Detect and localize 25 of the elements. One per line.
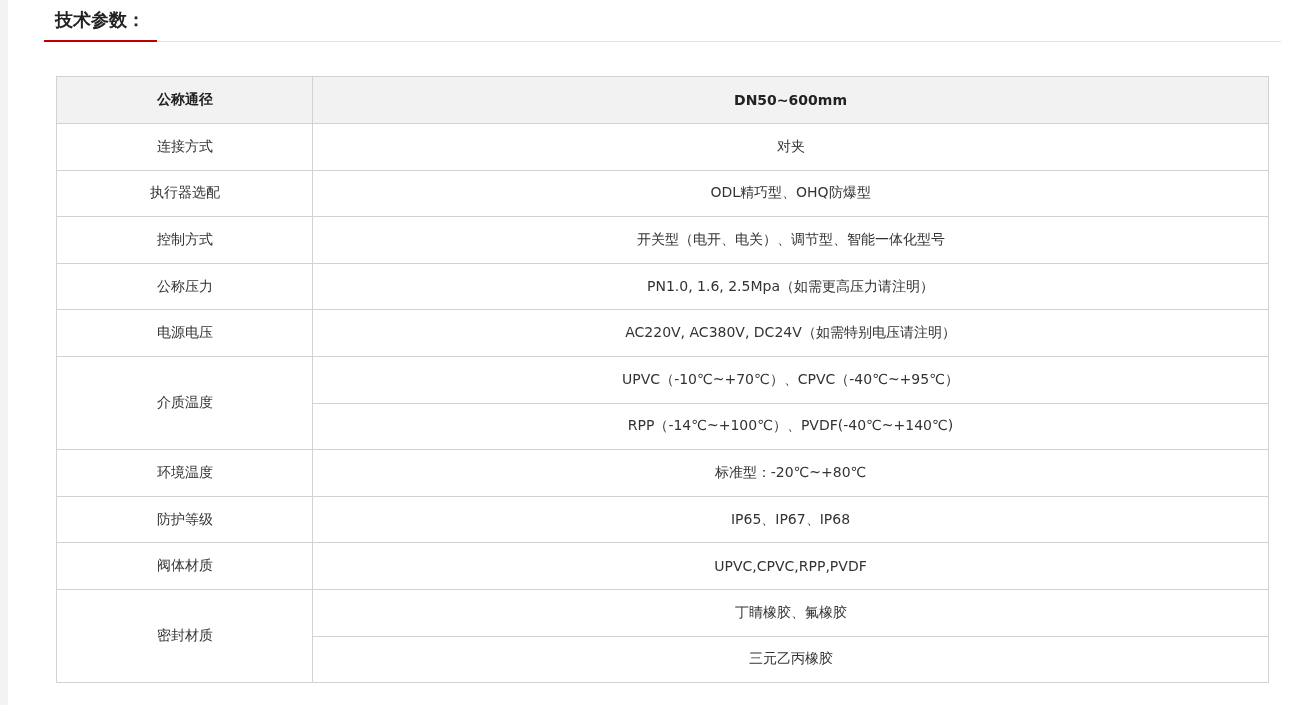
table-cell: 控制方式 (56, 216, 313, 264)
table-cell: 介质温度 (56, 356, 313, 450)
table-header-cell: 公称通径 (56, 76, 313, 124)
table-cell: 阀体材质 (56, 542, 313, 590)
table-cell: 连接方式 (56, 123, 313, 171)
table-cell: 密封材质 (56, 589, 313, 683)
section-title: 技术参数： (44, 8, 157, 42)
table-cell: ODL精巧型、OHQ防爆型 (312, 170, 1269, 217)
table-header-cell: DN50~600mm (312, 76, 1269, 124)
table-cell: 电源电压 (56, 309, 313, 357)
table-cell: 开关型（电开、电关）、调节型、智能一体化型号 (312, 216, 1269, 264)
table-cell: 标准型：-20℃~+80℃ (312, 449, 1269, 497)
table-cell: 三元乙丙橡胶 (312, 636, 1269, 683)
table-cell: 环境温度 (56, 449, 313, 497)
table-cell: 防护等级 (56, 496, 313, 543)
table-cell: AC220V, AC380V, DC24V（如需特别电压请注明） (312, 309, 1269, 357)
table-cell: 对夹 (312, 123, 1269, 171)
table-cell: RPP（-14℃~+100℃）、PVDF(-40℃~+140℃) (312, 403, 1269, 450)
table-cell: UPVC,CPVC,RPP,PVDF (312, 542, 1269, 590)
table-cell: PN1.0, 1.6, 2.5Mpa（如需更高压力请注明） (312, 263, 1269, 310)
table-cell: UPVC（-10℃~+70℃）、CPVC（-40℃~+95℃） (312, 356, 1269, 404)
table-cell: IP65、IP67、IP68 (312, 496, 1269, 543)
table-cell: 公称压力 (56, 263, 313, 310)
table-cell: 执行器选配 (56, 170, 313, 217)
table-cell: 丁睛橡胶、氟橡胶 (312, 589, 1269, 637)
